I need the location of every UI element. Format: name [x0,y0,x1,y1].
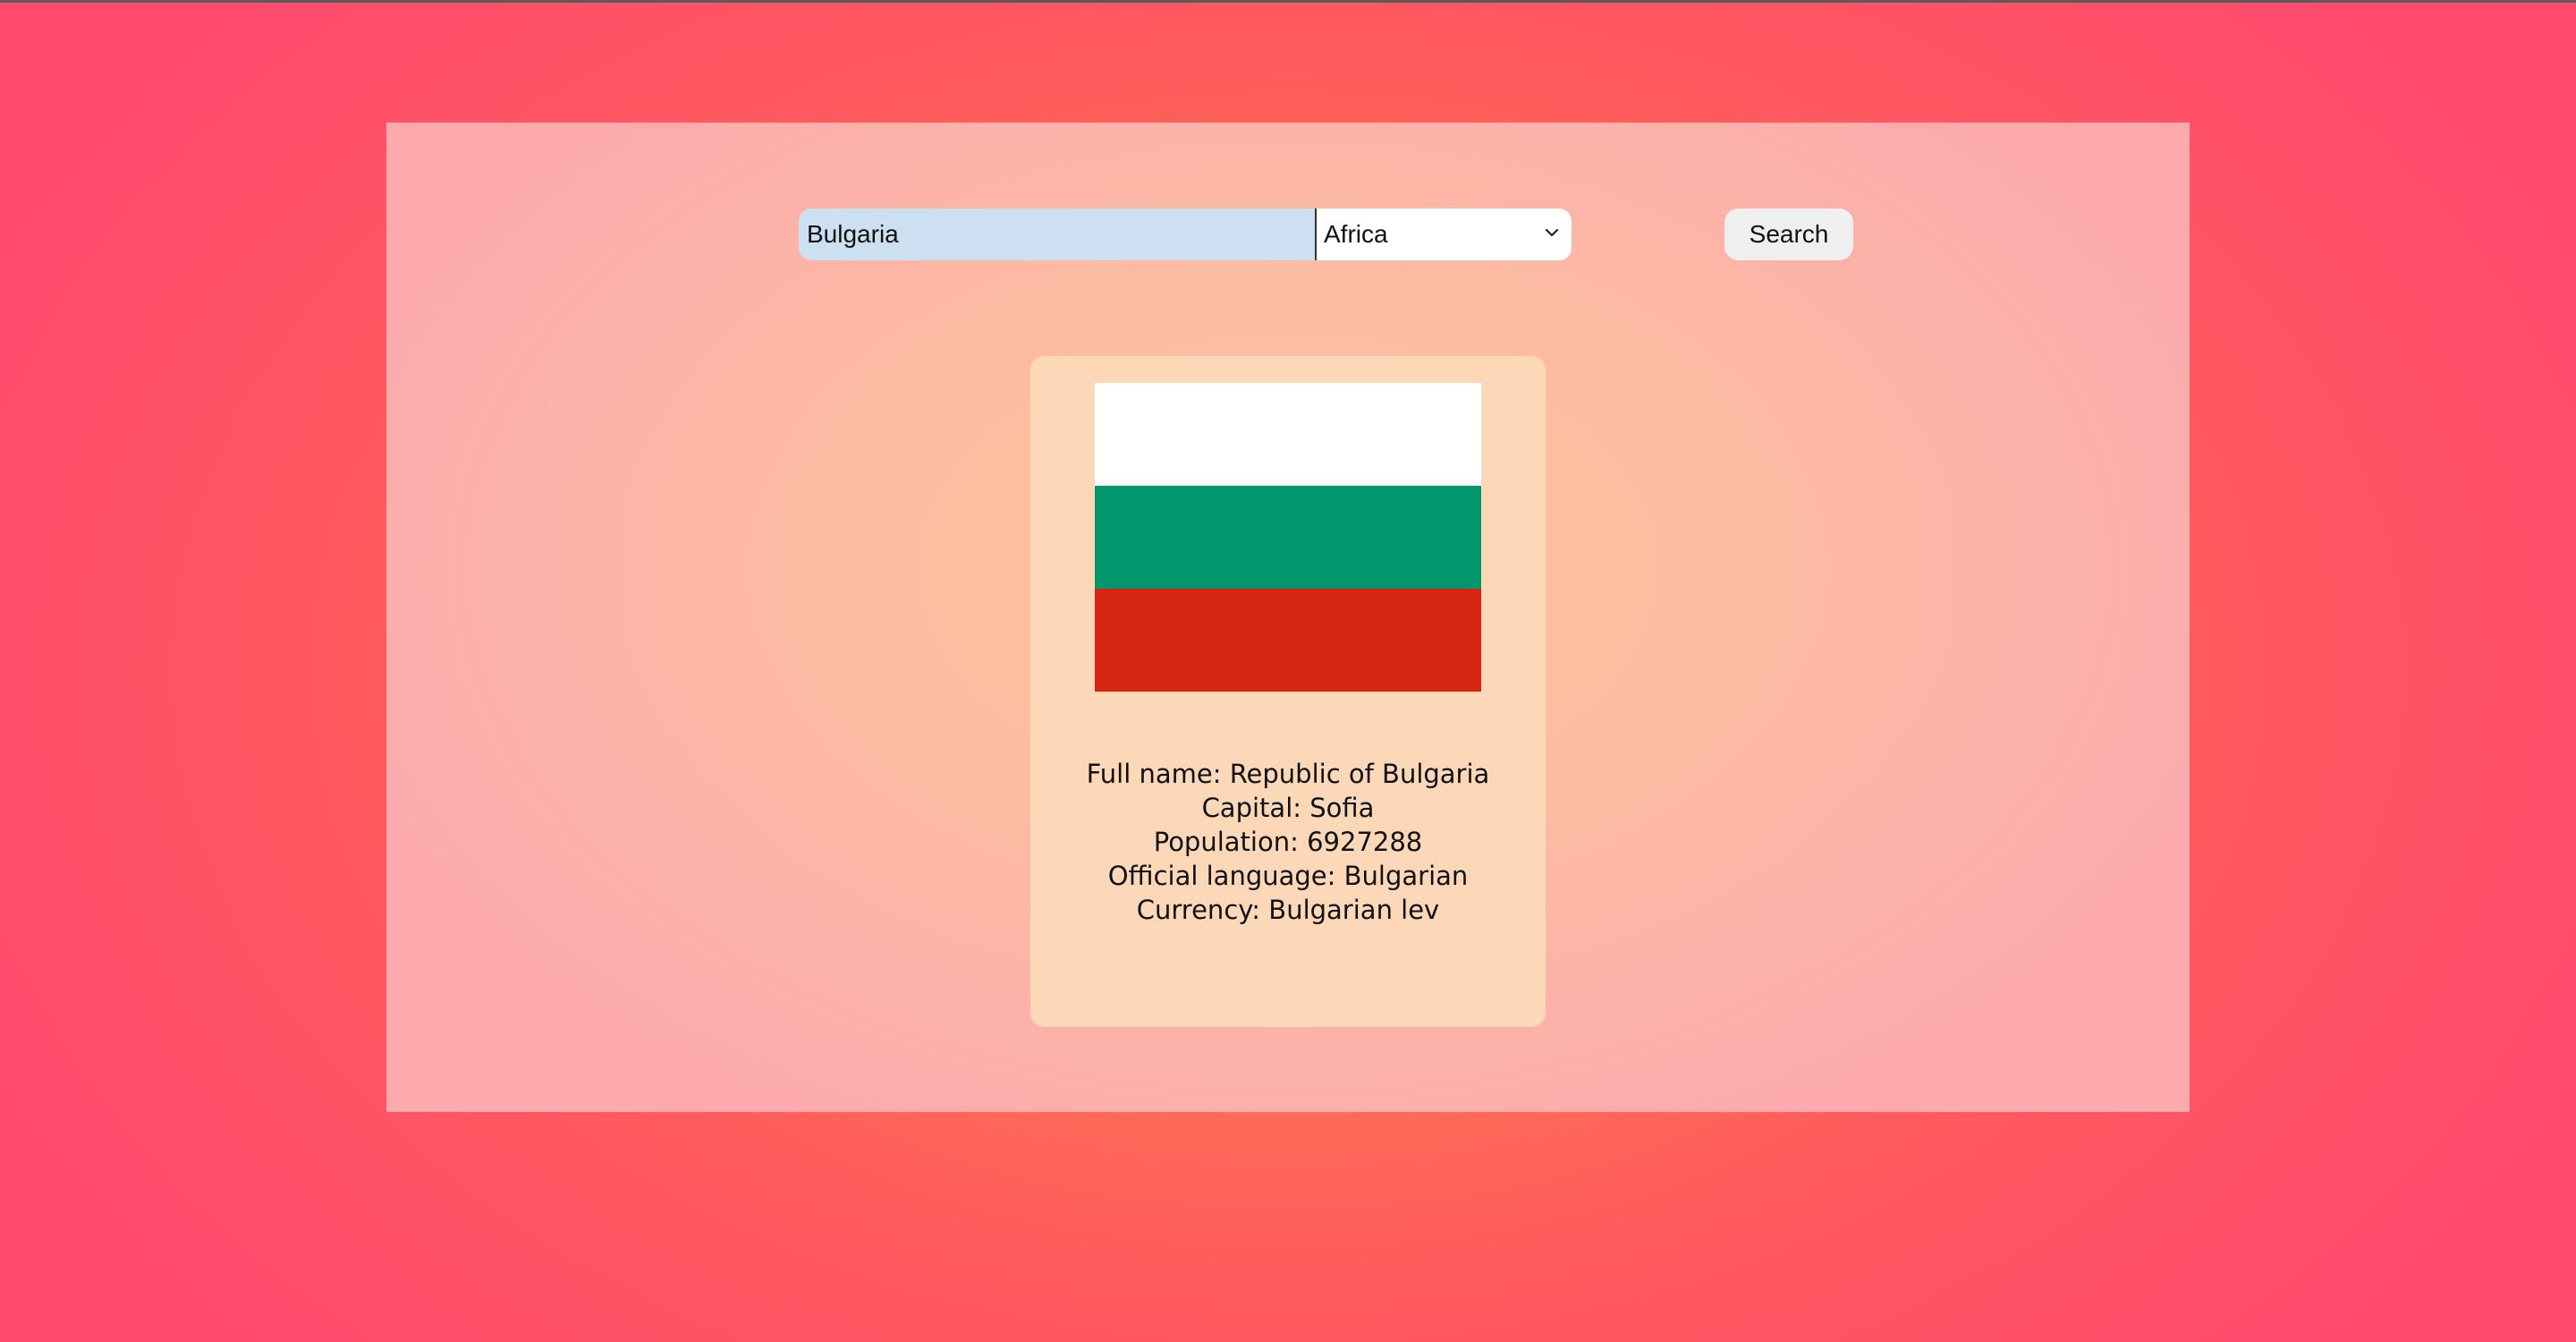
country-full-name: Full name: Republic of Bulgaria [1086,759,1490,789]
window-top-border [0,0,2576,3]
search-button[interactable]: Search [1724,208,1853,260]
country-search-input[interactable] [799,208,1315,260]
chevron-down-icon [1545,228,1559,237]
country-capital: Capital: Sofia [1201,793,1375,823]
country-info: Full name: Republic of Bulgaria Capital:… [1030,757,1546,927]
flag-stripe-green [1095,486,1481,589]
flag-stripe-red [1095,589,1481,692]
region-select-value: Africa [1324,220,1388,248]
country-language: Official language: Bulgarian [1107,861,1469,891]
flag-stripe-white [1095,383,1481,486]
region-select[interactable]: Africa [1315,208,1572,260]
main-panel: Africa Search Full name: Republic of Bul… [386,123,2190,1112]
country-population: Population: 6927288 [1153,827,1423,857]
country-currency: Currency: Bulgarian lev [1136,895,1440,925]
country-card: Full name: Republic of Bulgaria Capital:… [1030,356,1546,1027]
country-flag [1095,383,1481,692]
